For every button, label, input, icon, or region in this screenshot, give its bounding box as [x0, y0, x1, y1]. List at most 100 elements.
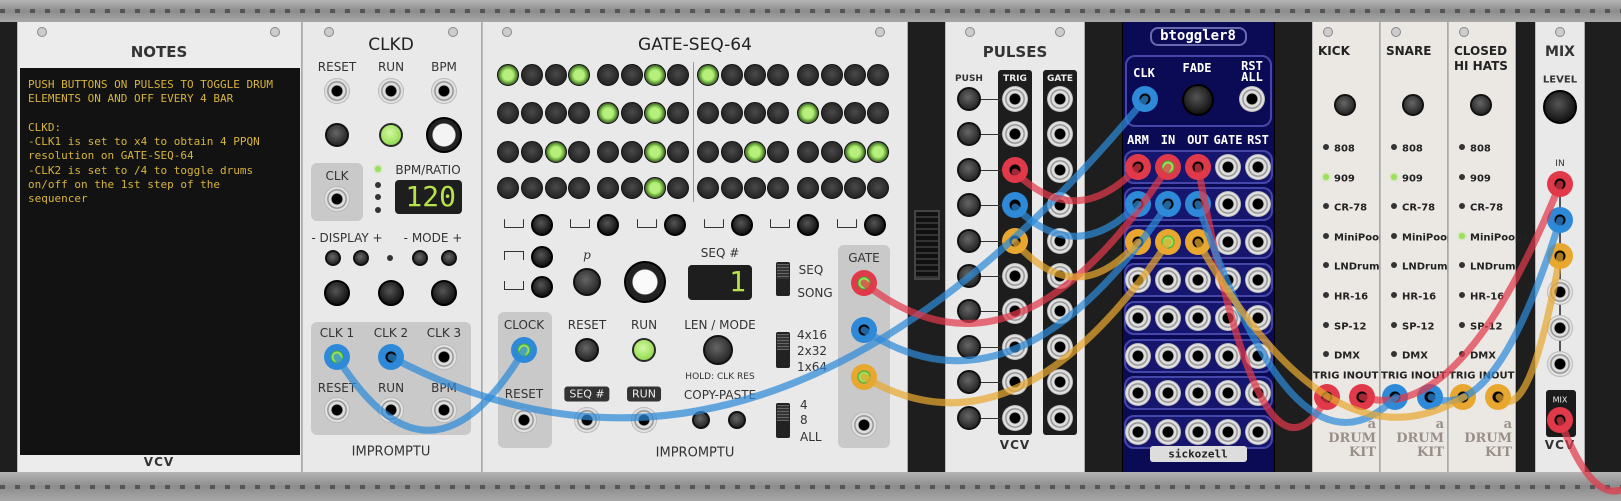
gate-step-button[interactable]	[697, 141, 719, 163]
clk-output[interactable]	[324, 186, 350, 212]
push-button[interactable]	[957, 370, 981, 395]
gate-step-button[interactable]	[721, 177, 743, 199]
push-button[interactable]	[957, 87, 981, 111]
p-button[interactable]	[573, 268, 601, 296]
trig-output[interactable]	[1002, 404, 1028, 431]
gate-step-button[interactable]	[667, 102, 689, 124]
gate-step-button[interactable]	[497, 177, 519, 199]
push-button[interactable]	[957, 405, 981, 430]
gate-step-button[interactable]	[521, 102, 543, 124]
trig-input[interactable]	[1382, 384, 1408, 410]
gate-step-button[interactable]	[697, 177, 719, 199]
kit-option-808[interactable]: 808	[1334, 144, 1355, 155]
push-button[interactable]	[957, 157, 981, 182]
mix-input[interactable]	[1547, 243, 1573, 269]
trigger-button[interactable]	[1334, 94, 1356, 116]
arm-input[interactable]	[1125, 343, 1151, 369]
arm-input[interactable]	[1125, 419, 1151, 445]
rst-input[interactable]	[1245, 380, 1271, 406]
seq-song-switch[interactable]	[776, 262, 790, 296]
gate-output-1[interactable]	[851, 270, 877, 296]
run-button[interactable]	[632, 338, 656, 362]
clk-input[interactable]	[1132, 86, 1158, 112]
gate-output[interactable]	[1215, 267, 1241, 293]
rst-input[interactable]	[1245, 229, 1271, 255]
gate-step-button[interactable]	[597, 64, 619, 86]
gate-step-button[interactable]	[545, 141, 567, 163]
gate-step-button[interactable]	[521, 141, 543, 163]
gate-step-button[interactable]	[721, 141, 743, 163]
trig-input[interactable]	[1314, 384, 1340, 410]
mode-minus-button[interactable]	[412, 250, 428, 266]
clk3-ratio-knob[interactable]	[431, 280, 457, 306]
gate-type-button[interactable]	[597, 214, 619, 236]
clk1-output[interactable]	[324, 344, 350, 370]
out-output[interactable]	[1185, 305, 1211, 331]
gate-output-4[interactable]	[851, 412, 877, 438]
gate-output[interactable]	[1047, 369, 1073, 396]
gate-output[interactable]	[1047, 86, 1073, 112]
gate-type-button[interactable]	[664, 214, 686, 236]
gate-step-button[interactable]	[644, 102, 666, 124]
gate-step-button[interactable]	[697, 64, 719, 86]
mode-plus-button[interactable]	[441, 250, 457, 266]
gate-step-button[interactable]	[568, 177, 590, 199]
paste-button[interactable]	[728, 411, 746, 429]
mix-output[interactable]	[1547, 407, 1573, 433]
gate-step-button[interactable]	[597, 141, 619, 163]
gate-step-button[interactable]	[545, 177, 567, 199]
gate-step-button[interactable]	[821, 141, 843, 163]
gate-step-button[interactable]	[697, 102, 719, 124]
display-minus-button[interactable]	[325, 250, 341, 266]
gate-output[interactable]	[1047, 404, 1073, 431]
run-input[interactable]	[378, 78, 404, 104]
gate-step-button[interactable]	[844, 177, 866, 199]
gate-step-button[interactable]	[667, 141, 689, 163]
mix-input[interactable]	[1547, 351, 1573, 377]
gate-step-button[interactable]	[521, 64, 543, 86]
rst-input[interactable]	[1245, 154, 1271, 180]
gate-step-button[interactable]	[821, 64, 843, 86]
gate-step-button[interactable]	[744, 102, 766, 124]
notes-text-area[interactable]: PUSH BUTTONS ON PULSES TO TOGGLE DRUM EL…	[20, 68, 300, 455]
clock-input[interactable]	[511, 337, 537, 363]
sequence-knob[interactable]	[624, 261, 666, 303]
push-button[interactable]	[957, 334, 981, 359]
gate-step-button[interactable]	[797, 64, 819, 86]
gate-step-button[interactable]	[797, 102, 819, 124]
gate-step-button[interactable]	[621, 177, 643, 199]
out-output[interactable]	[1185, 343, 1211, 369]
gate-step-button[interactable]	[545, 102, 567, 124]
trig-output[interactable]	[1002, 192, 1028, 219]
out-output[interactable]	[1185, 154, 1211, 180]
gate-step-button[interactable]	[644, 177, 666, 199]
reset-button[interactable]	[325, 123, 349, 147]
gate-output-3[interactable]	[851, 364, 877, 390]
out-output[interactable]	[1185, 267, 1211, 293]
out-output[interactable]	[1185, 229, 1211, 255]
clk1-ratio-knob[interactable]	[324, 280, 350, 306]
in-input[interactable]	[1155, 229, 1181, 255]
arm-input[interactable]	[1125, 191, 1151, 217]
gate-step-button[interactable]	[667, 64, 689, 86]
arm-input[interactable]	[1125, 267, 1151, 293]
gate-step-button[interactable]	[867, 141, 889, 163]
gate-type-button[interactable]	[797, 214, 819, 236]
reset-all-input[interactable]	[1239, 86, 1265, 112]
reset-input[interactable]	[511, 407, 537, 433]
kit-option-sp-12[interactable]: SP-12	[1402, 321, 1434, 332]
gate-step-button[interactable]	[821, 177, 843, 199]
gate-output[interactable]	[1047, 333, 1073, 360]
gate-output[interactable]	[1215, 154, 1241, 180]
kit-option-909[interactable]: 909	[1402, 173, 1423, 184]
mix-input[interactable]	[1547, 207, 1573, 233]
in-input[interactable]	[1155, 419, 1181, 445]
seq-number-input[interactable]	[574, 407, 600, 433]
gate-output[interactable]	[1215, 419, 1241, 445]
reset-button[interactable]	[575, 338, 599, 362]
trig-output[interactable]	[1002, 333, 1028, 360]
push-button[interactable]	[957, 264, 981, 288]
gate-step-button[interactable]	[497, 64, 519, 86]
reset-input[interactable]	[324, 78, 350, 104]
gate-output[interactable]	[1047, 263, 1073, 289]
